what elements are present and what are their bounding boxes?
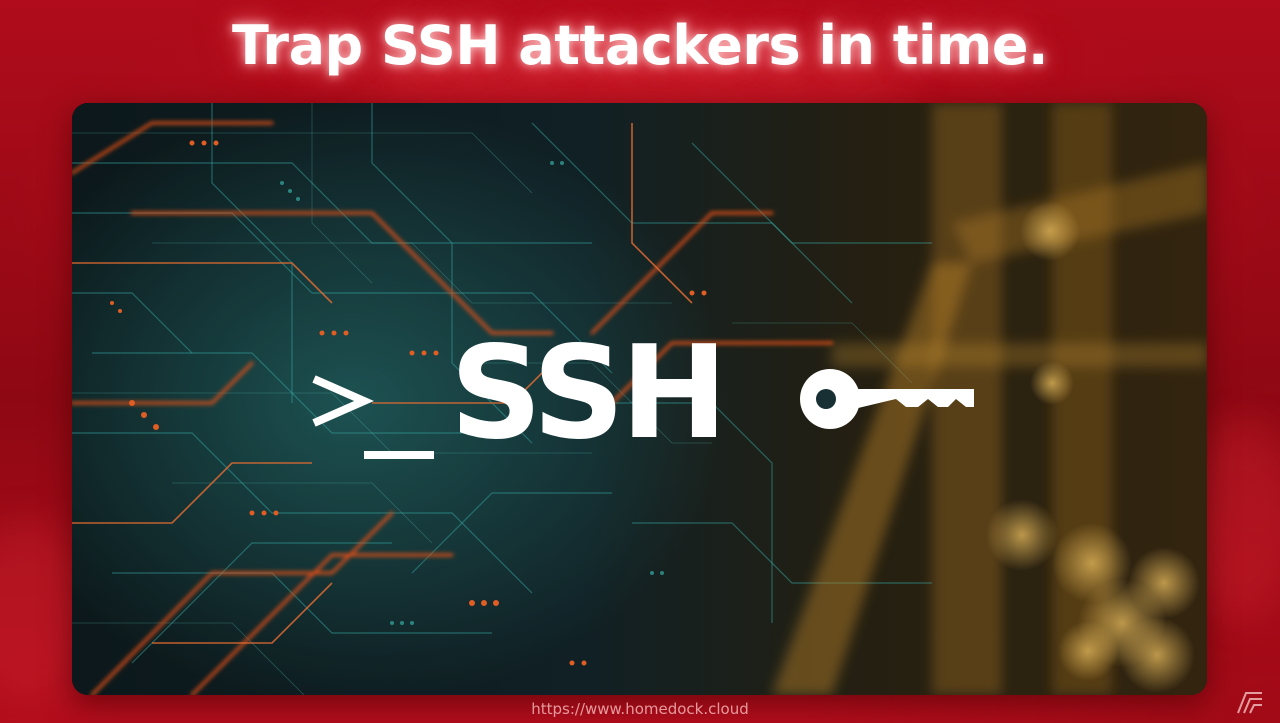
terminal-prompt-icon: [312, 375, 434, 459]
footer-url[interactable]: https://www.homedock.cloud: [0, 700, 1280, 718]
hero-image: SSH: [72, 103, 1207, 695]
homedock-logo-icon: [1237, 692, 1262, 714]
ssh-logo: SSH: [308, 329, 988, 465]
headline: Trap SSH attackers in time.: [232, 14, 1048, 77]
ssh-logo-text: SSH: [450, 319, 728, 468]
key-icon: [800, 369, 974, 429]
